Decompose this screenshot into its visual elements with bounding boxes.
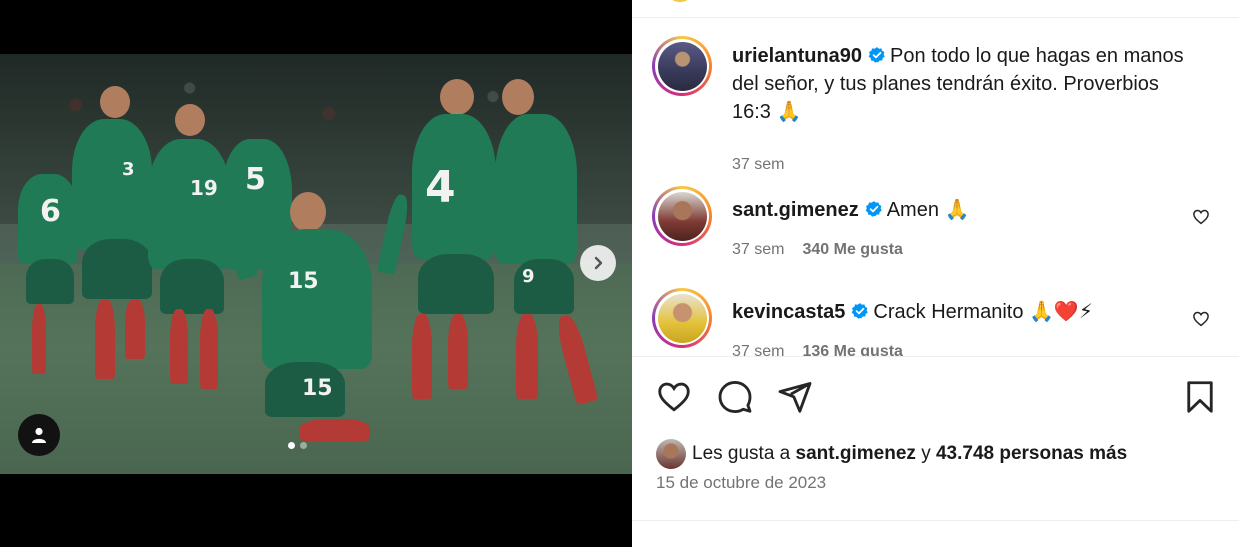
- comment-meta: 37 sem: [732, 156, 784, 174]
- comment-time[interactable]: 37 sem: [732, 156, 784, 174]
- comment-body: kevincasta5 Crack Hermanito 🙏❤️⚡: [732, 298, 1202, 326]
- post-media-pane: 6 3 19 5 15 15 4 9: [0, 0, 632, 547]
- comment-bubble-icon[interactable]: [717, 379, 753, 415]
- avatar-image: [657, 191, 707, 241]
- comment-body: sant.gimenez Amen 🙏: [732, 196, 1202, 224]
- jersey-number: 6: [40, 194, 61, 229]
- chevron-right-icon: [594, 256, 603, 270]
- player-head: [502, 79, 534, 115]
- avatar-image: [657, 41, 707, 91]
- player-figure: [160, 259, 224, 314]
- verified-badge-icon: [868, 47, 885, 63]
- comment-time[interactable]: 37 sem: [732, 343, 784, 356]
- player-figure: [95, 299, 115, 379]
- caption-comment: urielantuna90 Pon todo lo que hagas en ma…: [652, 36, 1222, 176]
- likes-connector: y: [921, 443, 931, 464]
- player-figure: [125, 299, 145, 359]
- user-icon: [32, 427, 46, 443]
- carousel-dot: [300, 442, 307, 449]
- jersey-number: 5: [245, 162, 266, 197]
- comment-likes[interactable]: 136 Me gusta: [802, 343, 902, 356]
- jersey-number: 15: [302, 376, 333, 401]
- player-head: [100, 86, 130, 118]
- player-figure: [412, 314, 432, 399]
- player-figure: [200, 309, 218, 389]
- bookmark-icon[interactable]: [1182, 379, 1218, 415]
- comment-body: urielantuna90 Pon todo lo que hagas en ma…: [732, 42, 1202, 126]
- player-figure: [516, 314, 538, 399]
- avatar-frame: [655, 291, 709, 345]
- jersey-number: 4: [425, 162, 456, 213]
- comment-text: Amen 🙏: [886, 199, 970, 221]
- player-figure: [170, 309, 188, 384]
- tagged-users-button[interactable]: [18, 414, 60, 456]
- carousel-indicator: [288, 442, 307, 449]
- post-side-panel: urielantuna90 Pon todo lo que hagas en ma…: [632, 0, 1239, 547]
- comment-meta: 37 sem 340 Me gusta: [732, 241, 903, 259]
- post-actions-section: Les gusta a sant.gimenez y 43.748 person…: [632, 356, 1239, 521]
- avatar[interactable]: [652, 186, 712, 246]
- likes-summary[interactable]: Les gusta a sant.gimenez y 43.748 person…: [656, 439, 1127, 469]
- likes-user[interactable]: sant.gimenez: [796, 443, 916, 465]
- avatar-frame: [655, 189, 709, 243]
- comment-text: Crack Hermanito 🙏❤️⚡: [873, 301, 1093, 323]
- comment-likes[interactable]: 340 Me gusta: [802, 241, 902, 259]
- jersey-number: 19: [190, 176, 218, 200]
- likes-others[interactable]: 43.748 personas más: [936, 443, 1127, 465]
- player-figure: [148, 139, 230, 269]
- avatar[interactable]: [652, 288, 712, 348]
- heart-icon[interactable]: [1192, 208, 1210, 226]
- comments-list[interactable]: urielantuna90 Pon todo lo que hagas en ma…: [632, 18, 1239, 356]
- comment-item: sant.gimenez Amen 🙏 37 sem 340 Me gusta: [652, 186, 1222, 276]
- verified-badge-icon: [865, 201, 882, 217]
- verified-badge-icon: [852, 303, 869, 319]
- player-figure: [26, 259, 74, 304]
- comment-username[interactable]: urielantuna90: [732, 45, 862, 67]
- player-head: [440, 79, 474, 115]
- post-date[interactable]: 15 de octubre de 2023: [656, 473, 826, 493]
- player-head: [175, 104, 205, 136]
- comment-time[interactable]: 37 sem: [732, 241, 784, 259]
- player-figure: [82, 239, 152, 299]
- instagram-post-view: 6 3 19 5 15 15 4 9 urielantuna90 Pon tod…: [0, 0, 1239, 547]
- player-figure: [262, 229, 372, 369]
- heart-icon[interactable]: [656, 379, 692, 415]
- avatar[interactable]: [652, 36, 712, 96]
- jersey-number: 15: [288, 269, 319, 294]
- player-head: [290, 192, 326, 232]
- paper-plane-icon[interactable]: [777, 379, 813, 415]
- jersey-number: 9: [522, 266, 535, 287]
- avatar-frame: [655, 39, 709, 93]
- player-figure: [448, 314, 468, 389]
- player-figure: [32, 304, 46, 374]
- avatar-ring-edge: [670, 0, 690, 2]
- heart-icon[interactable]: [1192, 310, 1210, 328]
- avatar-image: [657, 293, 707, 343]
- previous-item-edge: [632, 0, 1239, 18]
- comment-meta: 37 sem 136 Me gusta: [732, 343, 903, 356]
- player-figure: [495, 114, 577, 264]
- avatar: [656, 439, 686, 469]
- comment-username[interactable]: sant.gimenez: [732, 199, 859, 221]
- comment-item: kevincasta5 Crack Hermanito 🙏❤️⚡ 37 sem 1…: [652, 288, 1222, 356]
- jersey-number: 3: [122, 159, 135, 180]
- player-figure: [418, 254, 494, 314]
- comment-username[interactable]: kevincasta5: [732, 301, 845, 323]
- post-photo[interactable]: 6 3 19 5 15 15 4 9: [0, 54, 632, 474]
- player-figure: [72, 119, 152, 249]
- player-figure: [300, 419, 370, 441]
- carousel-next-button[interactable]: [580, 245, 616, 281]
- carousel-dot-active: [288, 442, 295, 449]
- likes-prefix: Les gusta a: [692, 443, 791, 464]
